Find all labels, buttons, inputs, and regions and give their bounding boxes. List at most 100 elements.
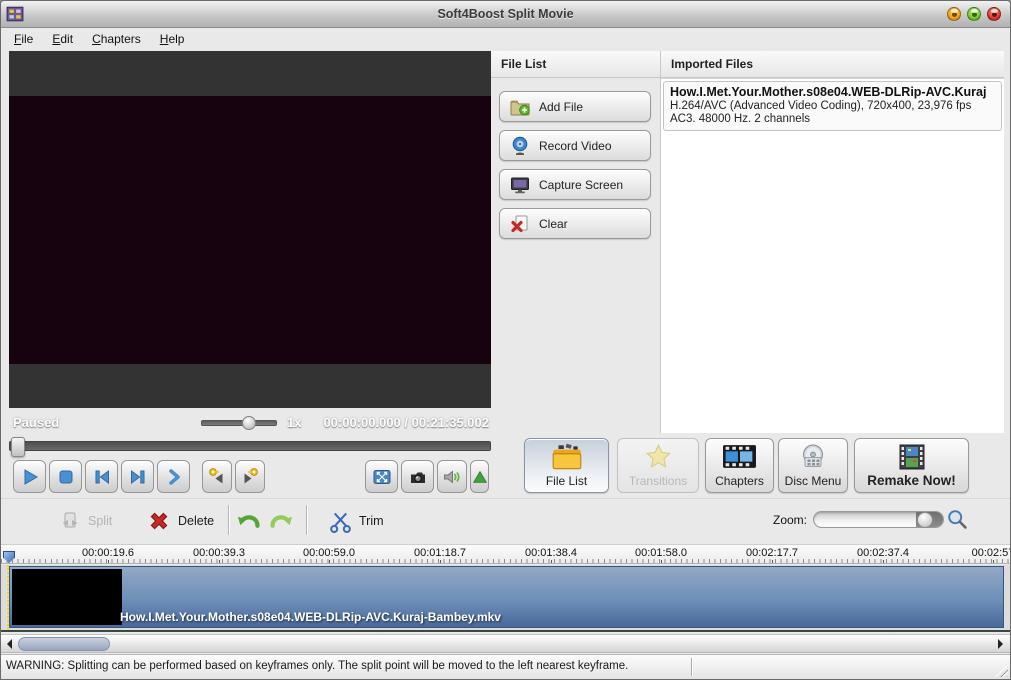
stop-button[interactable] xyxy=(49,460,82,493)
timeline-clip[interactable]: How.I.Met.Your.Mother.s08e04.WEB-DLRip-A… xyxy=(9,566,1004,628)
imported-file-item[interactable]: How.I.Met.Your.Mother.s08e04.WEB-DLRip-A… xyxy=(663,81,1002,131)
volume-up-icon xyxy=(472,468,488,486)
tab-file-list[interactable]: File List xyxy=(524,438,609,493)
capture-screen-icon xyxy=(509,174,531,196)
ruler-label: 00:00:59.0 xyxy=(298,547,360,559)
zoom-label: Zoom: xyxy=(773,513,807,527)
previous-keyframe-button[interactable] xyxy=(202,460,232,493)
add-file-button[interactable]: Add File xyxy=(499,91,651,122)
edit-toolbar: Split Delete Trim Zoom: xyxy=(1,498,1010,543)
redo-button[interactable] xyxy=(269,506,295,536)
record-video-button[interactable]: Record Video xyxy=(499,130,651,161)
time-current: 00:00:00.000 xyxy=(323,415,400,430)
status-bar: WARNING: Splitting can be performed base… xyxy=(1,654,1010,679)
undo-button[interactable] xyxy=(235,506,261,536)
speed-slider[interactable] xyxy=(201,420,277,426)
time-total: 00:21:35.002 xyxy=(412,415,489,430)
next-keyframe-button[interactable] xyxy=(235,460,265,493)
next-frame-icon xyxy=(128,467,148,487)
play-icon xyxy=(20,467,40,487)
scroll-left-button[interactable] xyxy=(3,637,16,651)
ruler-ticks xyxy=(1,559,1010,563)
magnifier-icon[interactable] xyxy=(945,507,969,536)
next-keyframe-icon xyxy=(240,466,260,488)
next-frame-button[interactable] xyxy=(121,460,154,493)
titlebar[interactable]: Soft4Boost Split Movie xyxy=(1,1,1010,28)
zoom-slider-knob[interactable] xyxy=(917,512,933,528)
time-separator: / xyxy=(404,415,408,430)
minimize-button[interactable] xyxy=(947,7,961,21)
status-separator xyxy=(691,658,692,676)
scroll-right-button[interactable] xyxy=(994,637,1007,651)
previous-keyframe-icon xyxy=(207,466,227,488)
timeline-track: How.I.Met.Your.Mother.s08e04.WEB-DLRip-A… xyxy=(1,565,1010,632)
status-message: WARNING: Splitting can be performed base… xyxy=(6,660,628,672)
capture-screen-button[interactable]: Capture Screen xyxy=(499,169,651,200)
maximize-button[interactable] xyxy=(967,7,981,21)
folder-films-icon xyxy=(550,443,584,474)
tab-file-list-label: File List xyxy=(546,474,587,488)
timeline-scrollbar[interactable] xyxy=(1,634,1010,653)
camera-icon xyxy=(408,467,428,487)
menu-help[interactable]: Help xyxy=(155,30,190,48)
delete-button[interactable]: Delete xyxy=(147,506,214,536)
window-title: Soft4Boost Split Movie xyxy=(1,7,1010,21)
trim-label: Trim xyxy=(359,514,384,528)
menu-edit[interactable]: Edit xyxy=(47,30,78,48)
ruler-label: 00:01:18.7 xyxy=(409,547,471,559)
fullscreen-button[interactable] xyxy=(365,460,398,493)
clear-label: Clear xyxy=(539,217,568,231)
clip-thumbnail xyxy=(12,569,122,625)
toolbar-separator xyxy=(306,505,307,535)
tab-transitions[interactable]: Transitions xyxy=(617,438,699,493)
time-display: 00:00:00.000 / 00:21:35.002 xyxy=(323,415,489,430)
tab-chapters-label: Chapters xyxy=(715,474,764,488)
chevron-right-icon xyxy=(164,467,184,487)
mute-button[interactable] xyxy=(437,460,467,493)
delete-label: Delete xyxy=(178,514,214,528)
playback-status: Paused xyxy=(13,415,59,430)
file-audio-info: AC3. 48000 Hz. 2 channels xyxy=(670,113,995,125)
remake-now-button[interactable]: Remake Now! xyxy=(854,438,969,493)
imported-files-panel: Imported Files How.I.Met.Your.Mother.s08… xyxy=(660,51,1004,433)
imported-files-header: Imported Files xyxy=(661,51,1004,78)
speed-label: 1x xyxy=(287,415,301,430)
play-to-button[interactable] xyxy=(157,460,190,493)
disc-icon xyxy=(799,443,827,473)
clip-name: How.I.Met.Your.Mother.s08e04.WEB-DLRip-A… xyxy=(120,610,496,624)
clear-button[interactable]: Clear xyxy=(499,208,651,239)
star-icon xyxy=(645,443,672,473)
ruler-label: 00:00:39.3 xyxy=(188,547,250,559)
video-preview-area xyxy=(9,51,491,408)
close-button[interactable] xyxy=(987,7,1001,21)
split-button[interactable]: Split xyxy=(59,506,112,536)
resize-grip[interactable] xyxy=(995,664,1008,677)
menu-file[interactable]: File xyxy=(9,30,38,48)
seek-bar[interactable] xyxy=(9,441,491,451)
tab-chapters[interactable]: Chapters xyxy=(705,438,774,493)
film-frames-icon xyxy=(897,443,927,474)
snapshot-button[interactable] xyxy=(401,460,434,493)
menu-chapters[interactable]: Chapters xyxy=(87,30,146,48)
delete-icon xyxy=(147,509,171,533)
seek-handle[interactable] xyxy=(11,437,25,457)
toolbar-separator xyxy=(228,505,229,535)
video-frame xyxy=(9,96,491,364)
fullscreen-icon xyxy=(372,467,392,487)
redo-icon xyxy=(269,508,295,534)
previous-frame-button[interactable] xyxy=(85,460,118,493)
tab-disc-menu[interactable]: Disc Menu xyxy=(778,438,848,493)
volume-popup-button[interactable] xyxy=(470,460,489,493)
scrollbar-thumb[interactable] xyxy=(18,637,110,651)
tab-transitions-label: Transitions xyxy=(629,474,687,488)
playhead-line[interactable] xyxy=(7,565,9,630)
speed-slider-knob[interactable] xyxy=(242,416,256,430)
left-arrow-icon xyxy=(7,639,12,649)
play-button[interactable] xyxy=(13,460,46,493)
record-video-icon xyxy=(509,135,531,157)
trim-button[interactable]: Trim xyxy=(329,506,384,536)
timeline-zoom-slider[interactable] xyxy=(813,511,944,528)
menu-bar: File Edit Chapters Help xyxy=(1,28,1010,50)
ruler-label: 00:02:37.4 xyxy=(852,547,914,559)
timeline-ruler: 00:00:19.6 00:00:39.3 00:00:59.0 00:01:1… xyxy=(1,544,1010,564)
